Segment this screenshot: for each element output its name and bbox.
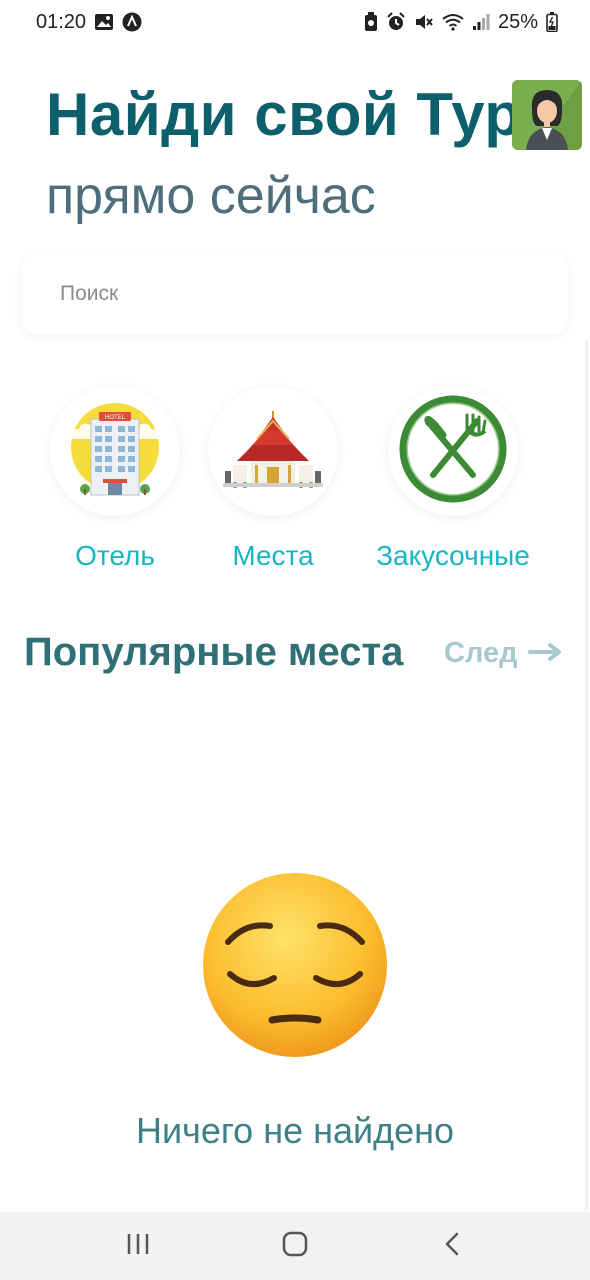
- recent-apps-button[interactable]: [113, 1221, 163, 1271]
- search-box[interactable]: [22, 254, 568, 334]
- app-notification-icon: [122, 12, 142, 32]
- battery-percent: 25%: [497, 10, 538, 33]
- hotel-icon: HOTEL: [65, 399, 165, 504]
- home-icon: [281, 1230, 309, 1263]
- app-screen: 01:20 25% Найди свой Тур прямо сейчас По…: [0, 0, 590, 1280]
- back-icon: [442, 1231, 462, 1262]
- fork-knife-icon: [397, 393, 509, 510]
- category-hotel-circle[interactable]: HOTEL: [50, 386, 180, 516]
- arrow-right-icon: [527, 637, 562, 670]
- battery-icon: [546, 12, 558, 32]
- svg-text:HOTEL: HOTEL: [105, 415, 126, 421]
- temple-icon: [223, 409, 323, 494]
- next-link-label: След: [444, 637, 518, 669]
- page-subtitle: прямо сейчас: [46, 167, 376, 225]
- recent-apps-icon: [125, 1232, 151, 1261]
- category-places-circle[interactable]: [208, 386, 338, 516]
- category-hotel-label: Отель: [75, 540, 155, 571]
- empty-state-message: Ничего не найдено: [135, 1110, 455, 1151]
- popular-places-title: Популярные места: [24, 630, 404, 674]
- mute-icon: [414, 12, 434, 32]
- status-right: 25%: [364, 11, 558, 34]
- scrollbar[interactable]: [585, 340, 588, 1210]
- gallery-icon: [94, 13, 114, 31]
- user-avatar[interactable]: [512, 80, 582, 150]
- next-link[interactable]: След: [444, 637, 562, 670]
- category-places[interactable]: Места: [203, 386, 343, 576]
- status-bar: 01:20 25%: [0, 0, 590, 44]
- category-snack-bars-circle[interactable]: [388, 386, 518, 516]
- system-nav-bar: [0, 1212, 590, 1280]
- wifi-icon: [442, 13, 464, 31]
- category-hotel[interactable]: HOTEL Отель: [45, 386, 185, 576]
- category-snack-bars[interactable]: Закусочные: [376, 386, 530, 576]
- category-snack-bars-label: Закусочные: [376, 540, 530, 571]
- back-button[interactable]: [427, 1221, 477, 1271]
- status-time: 01:20: [36, 10, 87, 33]
- battery-saver-icon: [364, 12, 378, 32]
- status-left: 01:20: [36, 11, 142, 34]
- search-input[interactable]: [60, 282, 520, 306]
- category-places-label: Места: [232, 540, 314, 571]
- home-button[interactable]: [270, 1221, 320, 1271]
- signal-icon: [472, 13, 490, 31]
- page-title: Найди свой Тур: [46, 81, 522, 148]
- alarm-icon: [386, 12, 406, 32]
- pensive-face-icon: [200, 870, 390, 1060]
